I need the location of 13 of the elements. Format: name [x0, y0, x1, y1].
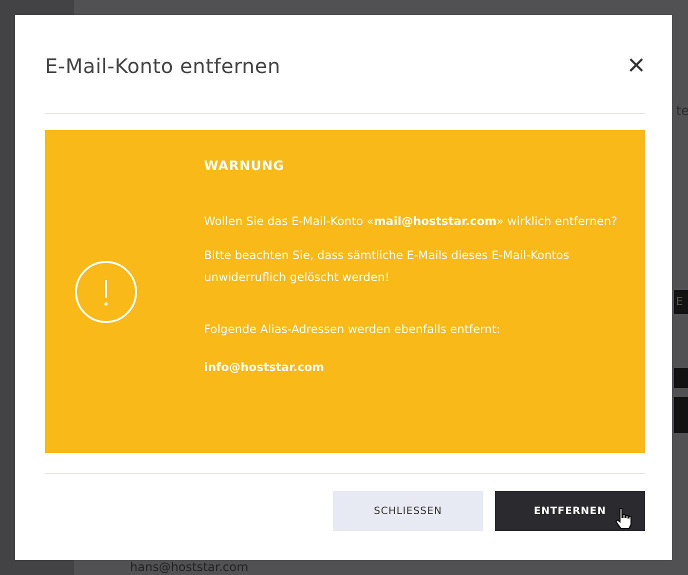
warning-message: Wollen Sie das E-Mail-Konto «mail@hoststar.com» wirklich entfernen? [204, 213, 618, 230]
dialog-title: E-Mail-Konto entfernen [45, 54, 280, 78]
alias-intro: Folgende Alias-Adressen werden ebenfalls entfernt: [204, 321, 502, 338]
background-bar [674, 397, 688, 433]
close-button[interactable]: × [627, 51, 645, 81]
hand-cursor-icon [615, 507, 633, 531]
alias-address: info@hoststar.com [204, 359, 326, 376]
close-dialog-button[interactable]: SCHLIESSEN [333, 491, 483, 531]
warning-heading: WARNUNG [204, 159, 286, 174]
background-bar [674, 368, 688, 388]
warning-icon [74, 260, 138, 324]
warning-message: Bitte beachten Sie, dass sämtliche E-Mails dieses E-Mail-Kontos unwiderruflich gelöscht werden! [204, 247, 570, 286]
remove-button[interactable]: ENTFERNEN [495, 491, 645, 531]
